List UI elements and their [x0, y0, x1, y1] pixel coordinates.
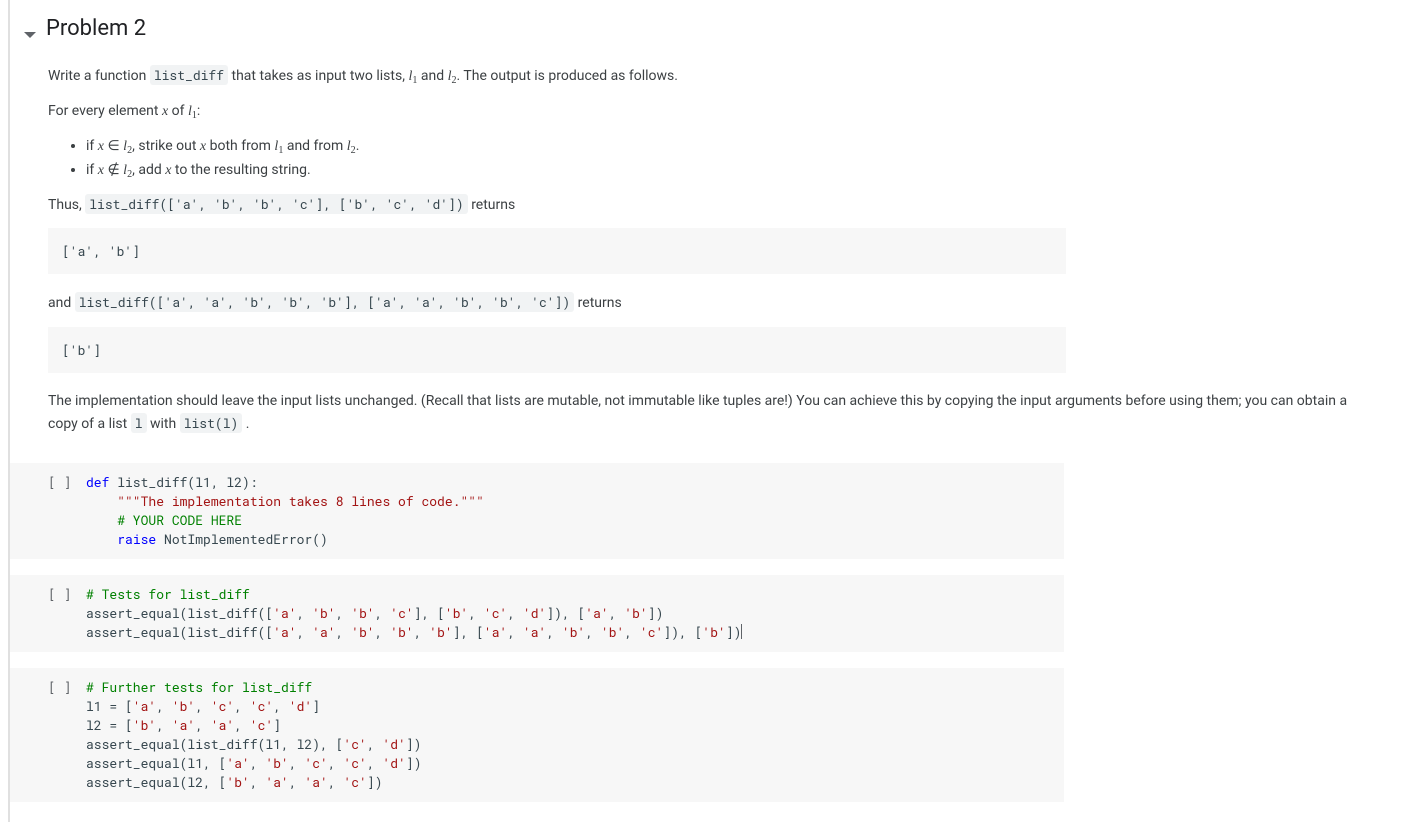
code-cell[interactable]: [ ] # Tests for list_diff assert_equal(l… — [10, 575, 1064, 652]
code-cell[interactable]: [ ] def list_diff(l1, l2): """The implem… — [10, 463, 1064, 559]
cell-execute-prompt[interactable]: [ ] — [10, 678, 86, 792]
text-cursor-icon — [741, 624, 742, 639]
markdown-cell: Problem 2 Write a function list_diff tha… — [10, 0, 1408, 435]
code-output-block: ['b'] — [48, 327, 1066, 373]
bullet-list: if x ∈ l2, strike out x both from l1 and… — [48, 135, 1370, 183]
code-editor[interactable]: def list_diff(l1, l2): """The implementa… — [86, 473, 1064, 549]
math-var: l2 — [123, 163, 132, 178]
inline-code: list(l) — [180, 413, 243, 433]
math-var: l1 — [188, 104, 197, 119]
inline-code: list_diff(['a', 'b', 'b', 'c'], ['b', 'c… — [85, 194, 467, 214]
code-editor[interactable]: # Further tests for list_diff l1 = ['a',… — [86, 678, 1064, 792]
list-item: if x ∈ l2, strike out x both from l1 and… — [86, 135, 1370, 159]
section-heading: Problem 2 — [46, 16, 146, 41]
notebook-section: Problem 2 Write a function list_diff tha… — [8, 0, 1408, 822]
inline-code: l — [131, 413, 147, 433]
cell-execute-prompt[interactable]: [ ] — [10, 473, 86, 549]
inline-code: list_diff(['a', 'a', 'b', 'b', 'b'], ['a… — [75, 292, 574, 312]
code-editor[interactable]: # Tests for list_diff assert_equal(list_… — [86, 585, 1064, 642]
paragraph: Thus, list_diff(['a', 'b', 'b', 'c'], ['… — [48, 194, 1370, 217]
cell-execute-prompt[interactable]: [ ] — [10, 585, 86, 642]
paragraph: The implementation should leave the inpu… — [48, 391, 1370, 435]
paragraph: For every element x of l1: — [48, 101, 1370, 124]
paragraph: Write a function list_diff that takes as… — [48, 65, 1370, 89]
code-output-block: ['a', 'b'] — [48, 228, 1066, 274]
math-var: l2 — [448, 69, 457, 84]
code-cell[interactable]: [ ] # Further tests for list_diff l1 = [… — [10, 668, 1064, 802]
math-var: l2 — [123, 139, 132, 154]
math-var: l2 — [347, 139, 356, 154]
paragraph: and list_diff(['a', 'a', 'b', 'b', 'b'],… — [48, 292, 1370, 315]
inline-code: list_diff — [150, 65, 228, 85]
list-item: if x ∉ l2, add x to the resulting string… — [86, 159, 1370, 183]
collapse-toggle-icon[interactable] — [24, 32, 36, 38]
prose-body: Write a function list_diff that takes as… — [48, 65, 1370, 435]
